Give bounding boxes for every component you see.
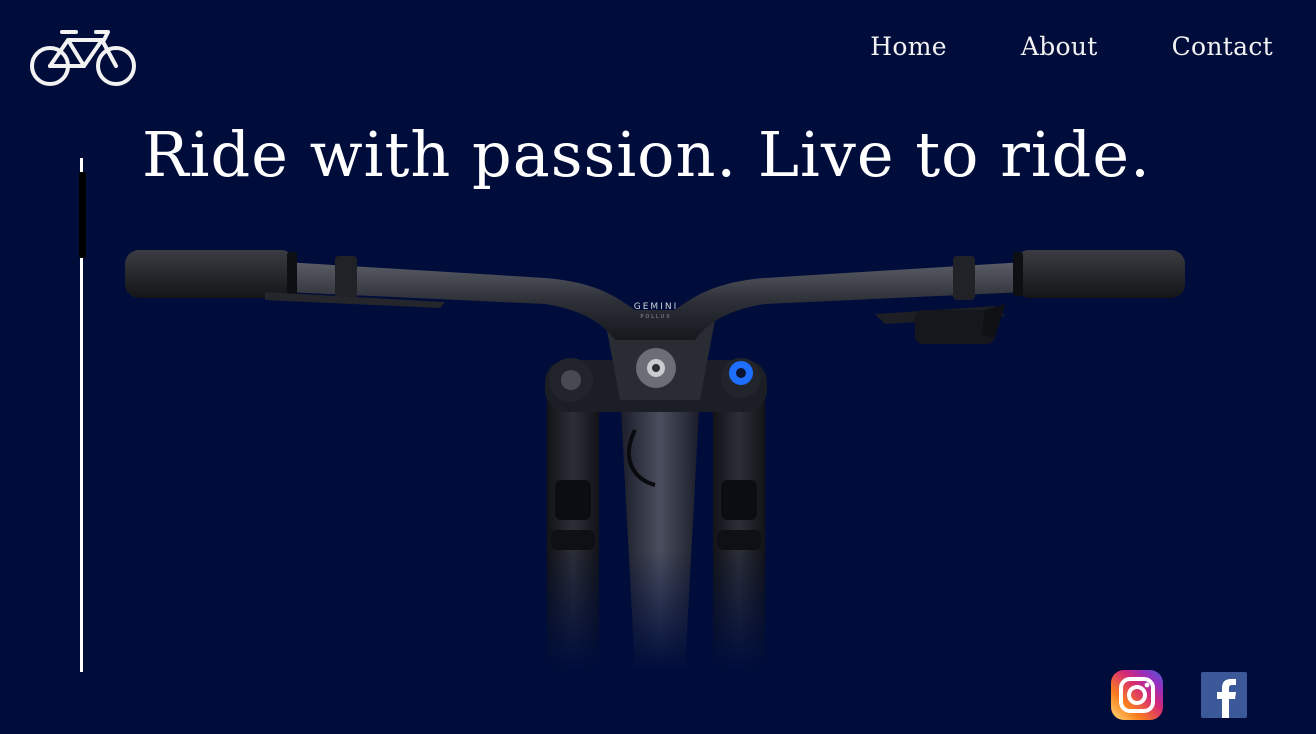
bike-handlebar-image: GEMINI POLLUX (115, 250, 1205, 670)
facebook-icon[interactable] (1197, 669, 1251, 721)
scroll-thumb[interactable] (79, 172, 86, 258)
nav-link-about[interactable]: About (1021, 32, 1098, 61)
bike-stem-model: POLLUX (640, 314, 671, 320)
hero-headline: Ride with passion. Live to ride. (142, 118, 1151, 191)
instagram-icon[interactable] (1110, 669, 1164, 721)
bike-stem-brand: GEMINI (634, 302, 678, 312)
main-nav: Home About Contact (870, 32, 1273, 61)
nav-link-home[interactable]: Home (870, 32, 947, 61)
social-links (1110, 669, 1251, 721)
nav-link-contact[interactable]: Contact (1172, 32, 1273, 61)
bicycle-logo-icon[interactable] (28, 28, 138, 88)
landing-page: Home About Contact Ride with passion. Li… (0, 0, 1316, 734)
